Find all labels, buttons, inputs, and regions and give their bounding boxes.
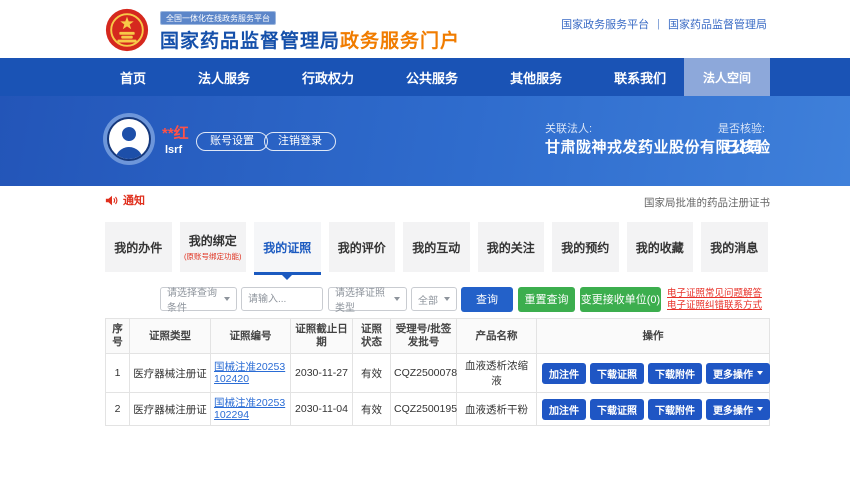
site-title-accent: 政务服务门户 [340,31,460,52]
legal-space-button[interactable]: 法人空间 [684,58,770,96]
certificate-number-cell: 国械注准20253102294 [211,393,291,426]
link-national-platform[interactable]: 国家政务服务平台 [561,16,649,32]
page: 全国一体化在线政务服务平台 国家药品监督管理局政务服务门户 国家政务服务平台 |… [0,0,850,480]
download-attachment-button[interactable]: 下载附件 [648,399,702,420]
verify-label: 是否核验: [718,120,765,136]
site-title-main: 国家药品监督管理局 [160,31,340,52]
main-nav: 首页 法人服务 行政权力 公共服务 其他服务 联系我们 法人空间 [0,58,850,96]
tab-my-binding-note: (原账号绑定功能) [184,251,242,262]
tab-my-follows[interactable]: 我的关注 [478,222,545,272]
user-banner: **红 lsrf 账号设置 注销登录 关联法人: 甘肃陇神戎发药业股份有限公司 … [0,96,850,186]
certificate-type: 医疗器械注册证 [130,354,211,393]
download-certificate-button[interactable]: 下载证照 [590,399,644,420]
change-receiver-button[interactable]: 变更接收单位(0) [580,287,661,312]
acceptance-number: CQZ2500078 [391,354,457,393]
notice-message[interactable]: 国家局批准的药品注册证书 [644,195,770,210]
tab-my-matters[interactable]: 我的办件 [105,222,172,272]
col-acceptance: 受理号/批签发批号 [391,319,457,354]
tab-my-binding[interactable]: 我的绑定 (原账号绑定功能) [180,222,247,272]
related-legal-label: 关联法人: [545,120,592,136]
certificate-number-cell: 国械注准20253102420 [211,354,291,393]
chevron-down-icon [444,297,450,301]
certificate-number-link[interactable]: 国械注准20253102420 [214,361,287,385]
speaker-icon [105,194,119,207]
verify-status: 已核验 [724,136,771,157]
site-header: 全国一体化在线政务服务平台 国家药品监督管理局政务服务门户 国家政务服务平台 |… [0,0,850,58]
header-top-links: 国家政务服务平台 | 国家药品监督管理局 [561,16,767,32]
national-emblem-icon [104,7,150,53]
row-index: 2 [106,393,130,426]
col-number: 证照编号 [211,319,291,354]
certificates-table: 序号 证照类型 证照编号 证照截止日期 证照状态 受理号/批签发批号 产品名称 … [105,318,769,426]
col-status: 证照状态 [353,319,391,354]
username: **红 [162,122,189,143]
nav-item-admin-power[interactable]: 行政权力 [302,68,354,87]
notice-label: 通知 [123,192,145,208]
chevron-down-icon [394,297,400,301]
more-actions-button[interactable]: 更多操作 [706,363,770,384]
certificate-type-select[interactable]: 请选择证照类型 [328,287,407,311]
notice-bar: 通知 国家局批准的药品注册证书 [105,192,770,212]
top-links-separator: | [657,18,660,30]
avatar-person-icon [107,117,151,161]
reset-button[interactable]: 重置查询 [518,287,575,312]
table-header-row: 序号 证照类型 证照编号 证照截止日期 证照状态 受理号/批签发批号 产品名称 … [106,319,770,354]
product-name: 血液透析浓缩液 [457,354,537,393]
user-code: lsrf [165,144,182,156]
certificate-status: 有效 [353,393,391,426]
download-attachment-button[interactable]: 下载附件 [648,363,702,384]
faq-link[interactable]: 电子证照常见问题解答 [667,288,762,299]
filter-bar: 请选择查询条件 请选择证照类型 全部 查询 重置查询 变更接收单位(0) 电子证… [160,287,770,311]
active-tab-indicator [254,272,321,275]
add-annotation-button[interactable]: 加注件 [542,363,586,384]
certificate-expiry: 2030-11-27 [291,354,353,393]
col-actions: 操作 [537,319,770,354]
certificate-type: 医疗器械注册证 [130,393,211,426]
platform-badge: 全国一体化在线政务服务平台 [160,11,276,25]
chevron-down-icon [757,371,763,375]
actions-cell: 加注件 下载证照 下载附件 更多操作 [537,354,770,393]
my-section-tabs: 我的办件 我的绑定 (原账号绑定功能) 我的证照 我的评价 我的互动 我的关注 … [105,222,768,272]
table-row: 1 医疗器械注册证 国械注准20253102420 2030-11-27 有效 … [106,354,770,393]
query-condition-select[interactable]: 请选择查询条件 [160,287,237,311]
tab-my-favorites[interactable]: 我的收藏 [627,222,694,272]
nav-item-public-services[interactable]: 公共服务 [406,68,458,87]
nav-item-home[interactable]: 首页 [120,68,146,87]
link-nmpa[interactable]: 国家药品监督管理局 [668,16,767,32]
product-name: 血液透析干粉 [457,393,537,426]
error-contact-link[interactable]: 电子证照纠错联系方式 [667,300,762,311]
tab-my-appointments[interactable]: 我的预约 [552,222,619,272]
col-index: 序号 [106,319,130,354]
nav-item-legal-services[interactable]: 法人服务 [198,68,250,87]
keyword-input[interactable] [241,287,323,311]
actions-cell: 加注件 下载证照 下载附件 更多操作 [537,393,770,426]
certificate-expiry: 2030-11-04 [291,393,353,426]
nav-item-other-services[interactable]: 其他服务 [510,68,562,87]
table-row: 2 医疗器械注册证 国械注准20253102294 2030-11-04 有效 … [106,393,770,426]
logout-button[interactable]: 注销登录 [264,132,336,151]
certificate-number-link[interactable]: 国械注准20253102294 [214,397,287,421]
add-annotation-button[interactable]: 加注件 [542,399,586,420]
chevron-down-icon [757,407,763,411]
scope-select[interactable]: 全部 [411,287,457,311]
col-product: 产品名称 [457,319,537,354]
download-certificate-button[interactable]: 下载证照 [590,363,644,384]
more-actions-button[interactable]: 更多操作 [706,399,770,420]
tab-my-interactions[interactable]: 我的互动 [403,222,470,272]
account-settings-button[interactable]: 账号设置 [196,132,268,151]
col-expiry: 证照截止日期 [291,319,353,354]
acceptance-number: CQZ2500195 [391,393,457,426]
nav-item-contact-us[interactable]: 联系我们 [614,68,666,87]
chevron-down-icon [224,297,230,301]
user-avatar [103,113,155,165]
tab-my-messages[interactable]: 我的消息 [701,222,768,272]
tab-my-certificates[interactable]: 我的证照 [254,222,321,272]
col-type: 证照类型 [130,319,211,354]
row-index: 1 [106,354,130,393]
certificate-status: 有效 [353,354,391,393]
certificate-help-links: 电子证照常见问题解答 电子证照纠错联系方式 [667,288,762,311]
tab-my-reviews[interactable]: 我的评价 [329,222,396,272]
search-button[interactable]: 查询 [461,287,513,312]
site-title: 国家药品监督管理局政务服务门户 [160,26,460,53]
